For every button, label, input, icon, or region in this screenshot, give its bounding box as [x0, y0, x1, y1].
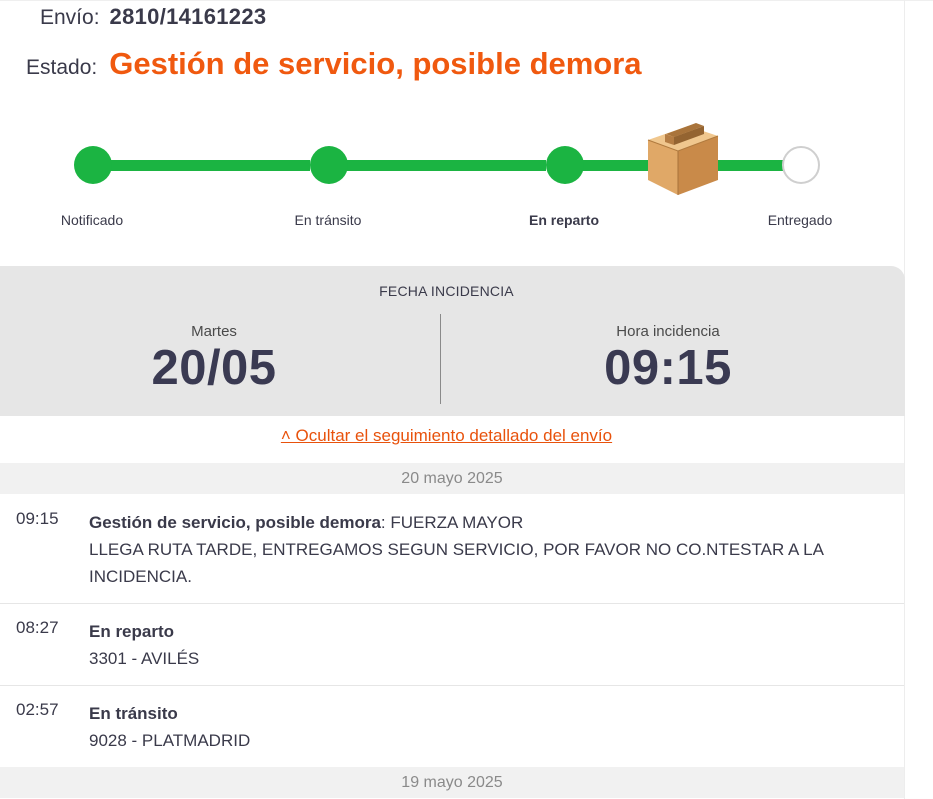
progress-line-1 [110, 160, 310, 171]
top-divider [0, 0, 933, 1]
incident-time: 09:15 [604, 341, 732, 395]
event-time: 08:27 [16, 618, 59, 637]
step-label-notificado: Notificado [60, 212, 124, 228]
history-date-header: 19 mayo 2025 [0, 767, 904, 798]
event-time: 09:15 [16, 509, 59, 528]
event-detail: 9028 - PLATMADRID [89, 731, 251, 750]
step-dot-notificado [74, 146, 112, 184]
step-label-entregado: Entregado [767, 212, 833, 228]
hide-tracking-link[interactable]: ˄ Ocultar el seguimiento detallado del e… [0, 426, 893, 446]
incident-time-label: Hora incidencia [616, 323, 720, 340]
incident-time-block: Hora incidencia 09:15 [518, 323, 818, 394]
event-body: En tránsito 9028 - PLATMADRID [89, 700, 879, 754]
step-dot-en-reparto [546, 146, 584, 184]
package-box-icon [647, 123, 719, 195]
step-dot-en-transito [310, 146, 348, 184]
incident-panel: FECHA INCIDENCIA Martes 20/05 Hora incid… [0, 266, 905, 416]
event-detail: 3301 - AVILÉS [89, 649, 200, 668]
history-date-header: 20 mayo 2025 [0, 463, 904, 494]
event-title: En reparto [89, 622, 175, 641]
progress-line-2 [346, 160, 546, 171]
status-value: Gestión de servicio, posible demora [109, 46, 642, 81]
incident-date-block: Martes 20/05 [64, 323, 364, 394]
incident-title: FECHA INCIDENCIA [379, 283, 514, 299]
incident-day: Martes [191, 323, 237, 340]
envio-number: 2810/14161223 [109, 4, 267, 29]
estado-label: Estado: [26, 56, 98, 79]
step-label-en-transito: En tránsito [294, 212, 362, 228]
event-time: 02:57 [16, 700, 59, 719]
shipment-number-row: Envío: 2810/14161223 [40, 4, 266, 30]
event-detail: LLEGA RUTA TARDE, ENTREGAMOS SEGUN SERVI… [89, 540, 824, 586]
event-title: Gestión de servicio, posible demora [89, 513, 381, 532]
event-body: En reparto 3301 - AVILÉS [89, 618, 879, 672]
incident-date: 20/05 [151, 341, 277, 395]
step-dot-entregado [782, 146, 820, 184]
event-body: Gestión de servicio, posible demora: FUE… [89, 509, 879, 590]
shipment-status-row: Estado: Gestión de servicio, posible dem… [26, 46, 642, 82]
event-divider [0, 685, 904, 686]
event-divider [0, 603, 904, 604]
step-label-en-reparto: En reparto [528, 212, 599, 228]
incident-divider [440, 314, 441, 404]
event-reason: : FUERZA MAYOR [380, 513, 524, 532]
event-title: En tránsito [89, 704, 178, 723]
envio-label: Envío: [40, 6, 100, 29]
